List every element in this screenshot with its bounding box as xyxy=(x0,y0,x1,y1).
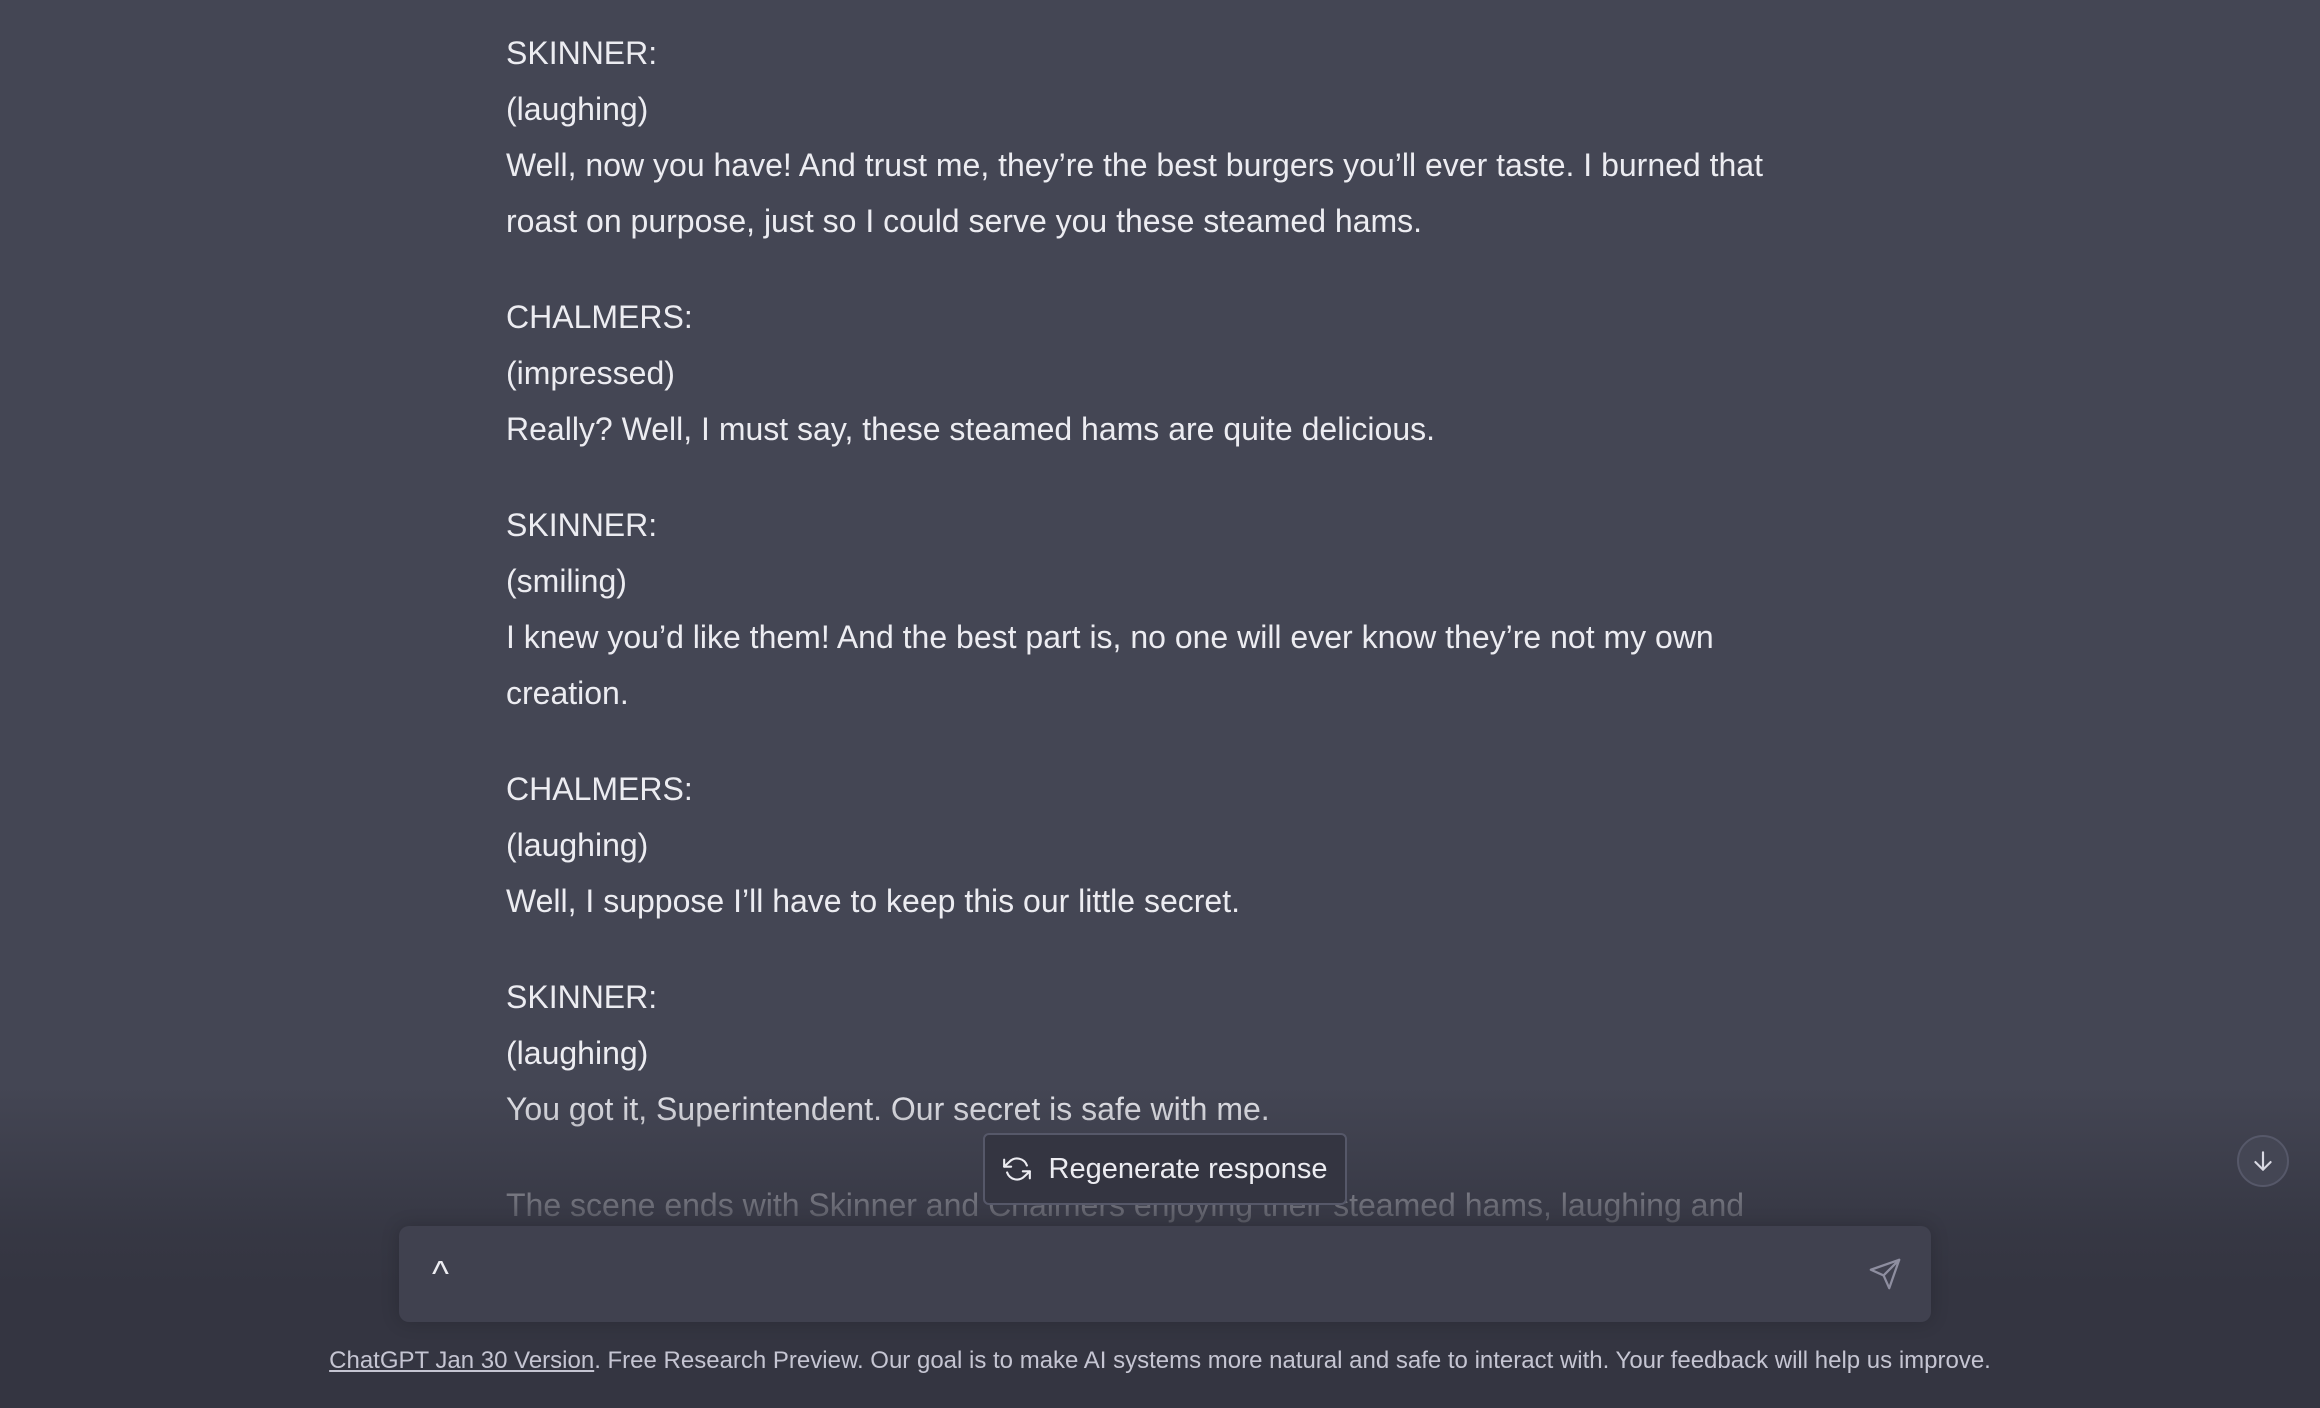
speaker-label: SKINNER: xyxy=(506,35,658,71)
message-composer xyxy=(399,1226,1931,1322)
dialogue-block: CHALMERS: (impressed) Really? Well, I mu… xyxy=(506,289,1826,457)
stage-direction: (laughing) xyxy=(506,91,649,127)
footer-text: . Free Research Preview. Our goal is to … xyxy=(594,1347,1991,1374)
dialogue-line: roast on purpose, just so I could serve … xyxy=(506,203,1423,239)
dialogue-line: Well, now you have! And trust me, they’r… xyxy=(506,147,1763,183)
arrow-down-icon xyxy=(2250,1148,2276,1174)
paper-plane-icon xyxy=(1868,1257,1902,1291)
conversation-transcript: SKINNER: (laughing) Well, now you have! … xyxy=(506,25,1826,1273)
dialogue-block: SKINNER: (laughing) You got it, Superint… xyxy=(506,969,1826,1137)
dialogue-block: SKINNER: (laughing) Well, now you have! … xyxy=(506,25,1826,249)
version-link[interactable]: ChatGPT Jan 30 Version xyxy=(329,1347,594,1374)
refresh-icon xyxy=(1002,1155,1031,1183)
speaker-label: CHALMERS: xyxy=(506,771,693,807)
dialogue-line: Well, I suppose I’ll have to keep this o… xyxy=(506,883,1240,919)
stage-direction: (laughing) xyxy=(506,827,649,863)
speaker-label: SKINNER: xyxy=(506,507,658,543)
dialogue-line: creation. xyxy=(506,675,629,711)
dialogue-line: You got it, Superintendent. Our secret i… xyxy=(506,1091,1270,1127)
send-button[interactable] xyxy=(1861,1250,1909,1298)
dialogue-block: CHALMERS: (laughing) Well, I suppose I’l… xyxy=(506,761,1826,929)
footer-disclaimer: ChatGPT Jan 30 Version. Free Research Pr… xyxy=(0,1347,2320,1375)
stage-direction: (impressed) xyxy=(506,355,675,391)
message-input[interactable] xyxy=(432,1248,1832,1300)
regenerate-response-label: Regenerate response xyxy=(1048,1152,1328,1185)
stage-direction: (laughing) xyxy=(506,1035,649,1071)
scroll-to-bottom-button[interactable] xyxy=(2237,1135,2289,1187)
speaker-label: CHALMERS: xyxy=(506,299,693,335)
stage-direction: (smiling) xyxy=(506,563,627,599)
dialogue-block: SKINNER: (smiling) I knew you’d like the… xyxy=(506,497,1826,721)
speaker-label: SKINNER: xyxy=(506,979,658,1015)
dialogue-line: I knew you’d like them! And the best par… xyxy=(506,619,1714,655)
regenerate-response-button[interactable]: Regenerate response xyxy=(983,1133,1347,1205)
dialogue-line: Really? Well, I must say, these steamed … xyxy=(506,411,1436,447)
